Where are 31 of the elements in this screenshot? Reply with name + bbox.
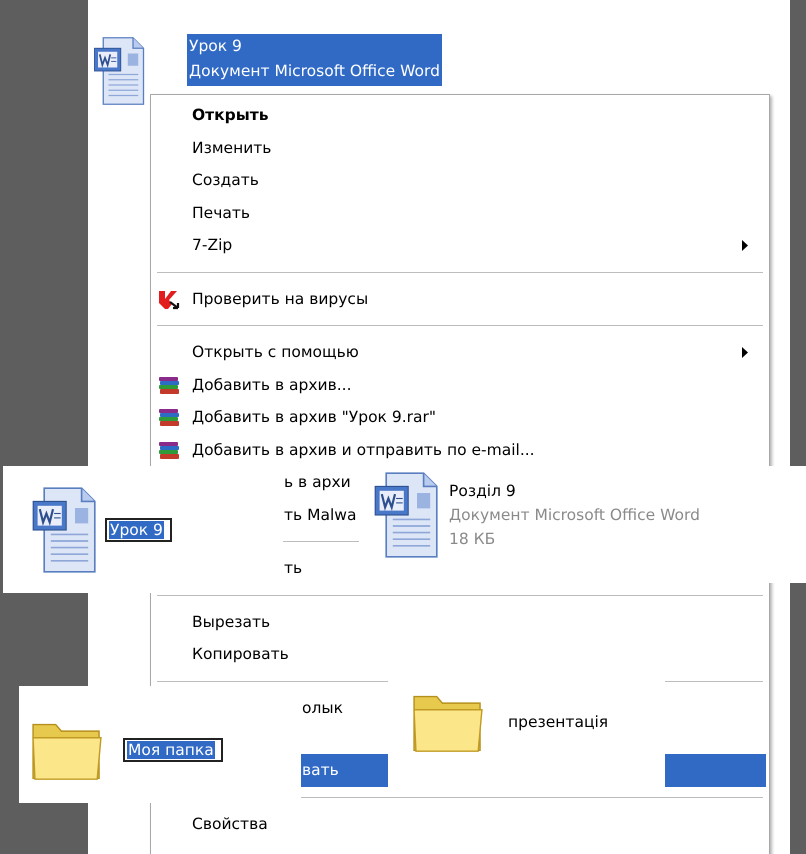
menu-item[interactable]: 7-Zip [154,229,766,262]
menu-item[interactable]: Добавить в архив и отправить по e-mail... [154,434,766,466]
file-label[interactable]: Урок 9 Документ Microsoft Office Word [187,34,442,86]
menu-item-fragment: ь в архи [284,473,351,492]
menu-item[interactable]: Проверить на вирусы [154,282,766,315]
books-stack-icon [158,408,180,427]
menu-item[interactable]: Копировать [154,638,766,670]
menu-item-fragment: ть [284,559,302,578]
menu-item[interactable]: Вырезать [154,606,766,638]
menu-item[interactable]: Открыть [154,99,766,132]
word-document-icon [373,470,439,558]
folder-name: презентація [508,712,608,730]
menu-item-fragment: ть Malwa [284,506,356,524]
menu-item[interactable]: Изменить [154,132,766,164]
file-size: 18 КБ [449,528,496,550]
word-document-icon [31,486,97,574]
rename-field[interactable]: Моя папка [123,738,223,762]
file-type: Документ Microsoft Office Word [449,504,700,526]
rename-field[interactable]: Урок 9 [105,518,172,542]
menu-item[interactable]: Свойства [154,808,766,840]
menu-item[interactable]: Добавить в архив... [154,368,766,401]
books-stack-icon [158,376,180,394]
menu-item[interactable]: Добавить в архив "Урок 9.rar" [154,401,766,434]
file-name: Розділ 9 [449,480,517,502]
menu-item[interactable]: Создать [154,164,766,196]
menu-item-fragment: вать [302,761,339,780]
antivirus-icon [158,290,182,310]
menu-item[interactable]: Открыть с помощью [154,336,766,368]
menu-item[interactable]: Печать [154,196,766,229]
books-stack-icon [158,440,180,460]
menu-item-fragment: олык [302,698,343,717]
